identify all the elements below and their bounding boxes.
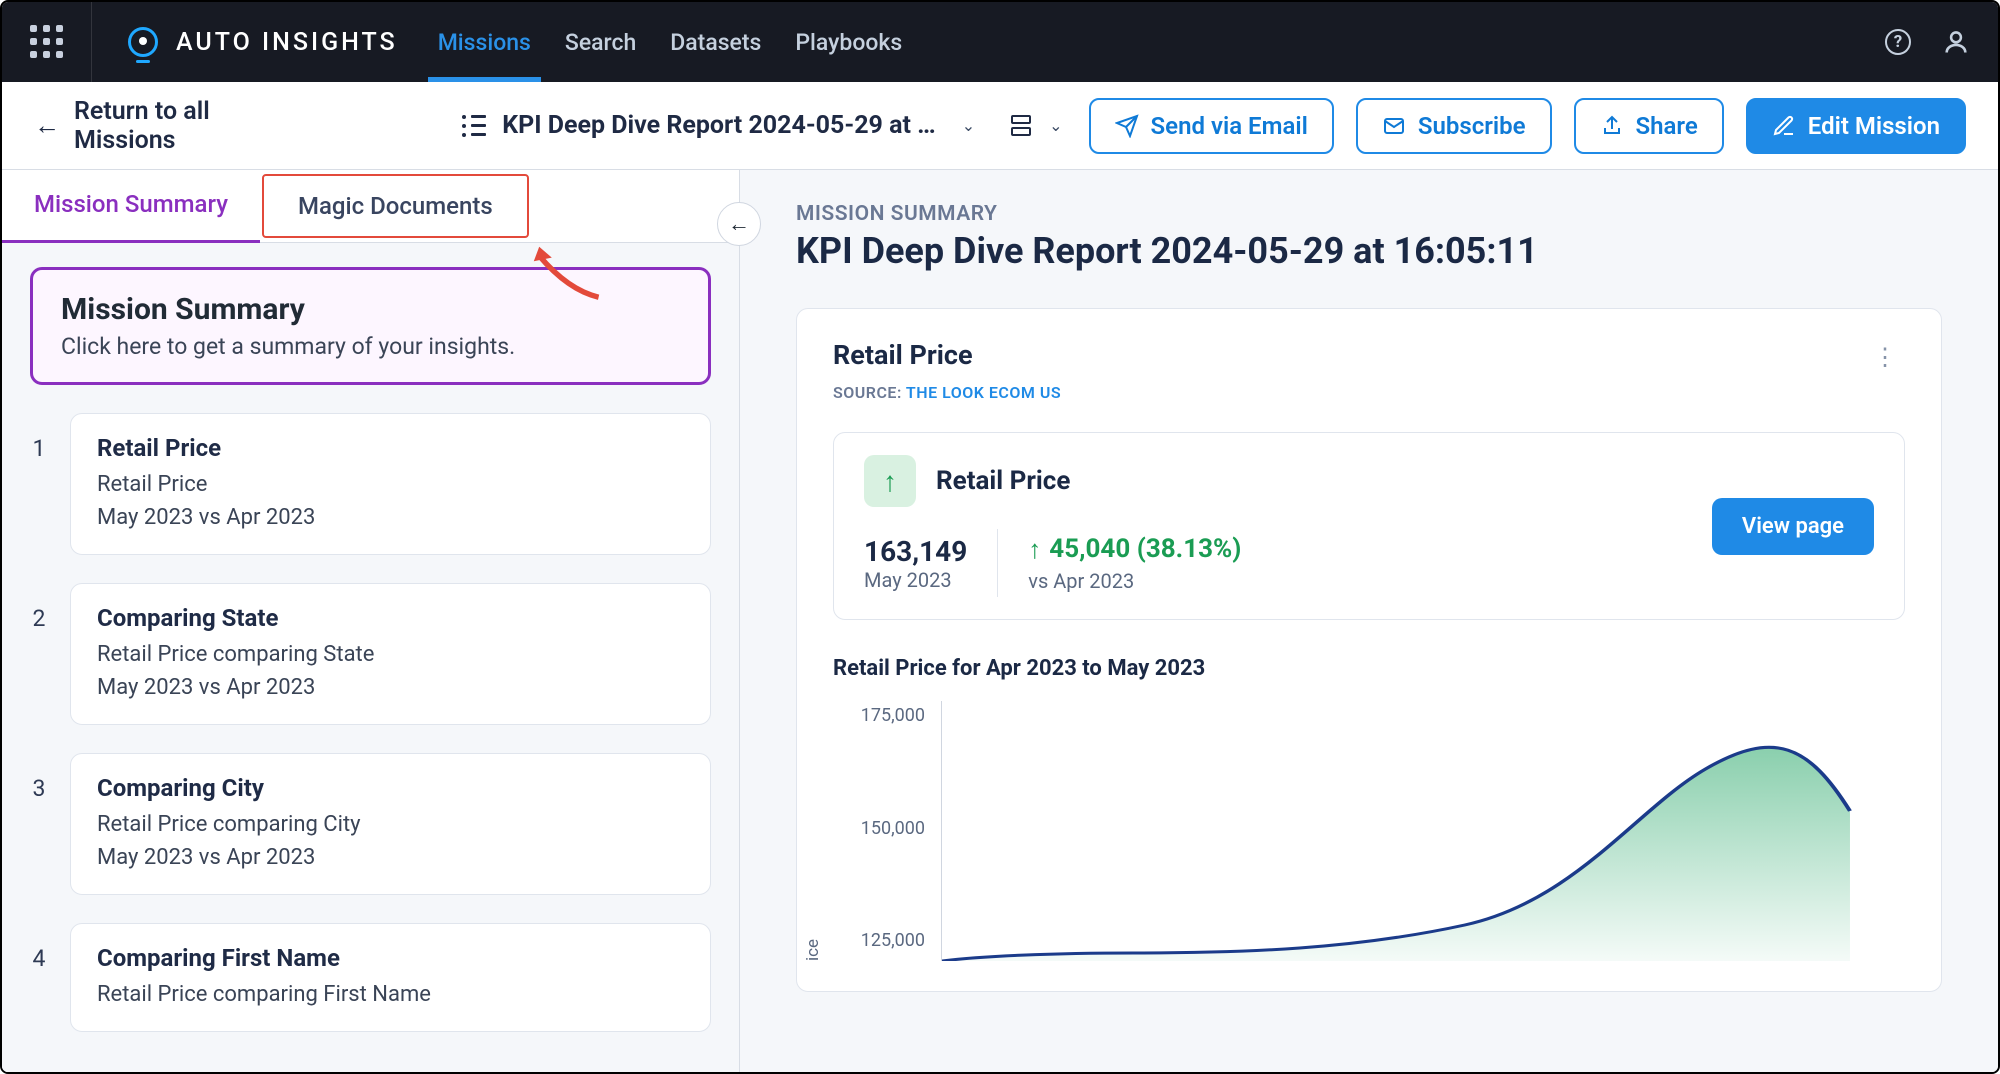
sidebar: Mission Summary Magic Documents ← Missio… bbox=[2, 170, 740, 1072]
brand-logo-icon bbox=[128, 27, 158, 57]
list-icon bbox=[462, 115, 486, 137]
chevron-down-icon: ⌄ bbox=[1039, 112, 1072, 139]
metric-box: ↑ Retail Price 163,149 May 2023 ↑45,040 … bbox=[833, 432, 1905, 620]
brand[interactable]: AUTO INSIGHTS bbox=[92, 27, 398, 57]
metric-period: May 2023 bbox=[864, 568, 967, 592]
insight-card-1[interactable]: Retail Price Retail Price May 2023 vs Ap… bbox=[70, 413, 711, 555]
y-ticks: 175,000 150,000 125,000 bbox=[833, 701, 933, 961]
arrow-up-icon: ↑ bbox=[1028, 534, 1041, 565]
user-icon[interactable] bbox=[1942, 28, 1970, 56]
insight-card-3[interactable]: Comparing City Retail Price comparing Ci… bbox=[70, 753, 711, 895]
nav-link-playbooks[interactable]: Playbooks bbox=[795, 2, 902, 82]
list-item: 3 Comparing City Retail Price comparing … bbox=[30, 753, 711, 895]
edit-label: Edit Mission bbox=[1808, 112, 1940, 140]
view-page-button[interactable]: View page bbox=[1712, 498, 1874, 555]
panel-menu-icon[interactable]: ⋮ bbox=[1865, 339, 1905, 375]
item-number: 3 bbox=[30, 753, 48, 802]
page-title: KPI Deep Dive Report 2024-05-29 at 16:05… bbox=[796, 230, 1942, 272]
insight-panel: Retail Price SOURCE: THE LOOK ECOM US ⋮ … bbox=[796, 308, 1942, 992]
share-button[interactable]: Share bbox=[1574, 98, 1724, 154]
nav-links: Missions Search Datasets Playbooks bbox=[438, 2, 903, 82]
summary-subtitle: Click here to get a summary of your insi… bbox=[61, 333, 680, 360]
source-link[interactable]: THE LOOK ECOM US bbox=[906, 383, 1061, 402]
list-item: 1 Retail Price Retail Price May 2023 vs … bbox=[30, 413, 711, 555]
send-email-button[interactable]: Send via Email bbox=[1089, 98, 1334, 154]
content-pane: MISSION SUMMARY KPI Deep Dive Report 202… bbox=[740, 170, 1998, 1072]
apps-grid-icon[interactable] bbox=[2, 2, 92, 82]
insight-line1: Retail Price comparing City bbox=[97, 808, 684, 841]
item-number: 1 bbox=[30, 413, 48, 462]
subscribe-label: Subscribe bbox=[1418, 112, 1526, 140]
item-number: 4 bbox=[30, 923, 48, 972]
divider bbox=[997, 529, 998, 597]
insight-title: Comparing State bbox=[97, 604, 684, 632]
insight-line1: Retail Price bbox=[97, 468, 684, 501]
insight-title: Comparing City bbox=[97, 774, 684, 802]
return-to-missions[interactable]: ← Return to all Missions bbox=[34, 97, 306, 155]
summary-title: Mission Summary bbox=[61, 292, 680, 327]
source-line: SOURCE: THE LOOK ECOM US bbox=[833, 383, 1061, 402]
list-item: 2 Comparing State Retail Price comparing… bbox=[30, 583, 711, 725]
metric-label: Retail Price bbox=[936, 466, 1070, 496]
panel-title: Retail Price bbox=[833, 339, 1061, 371]
chart-title: Retail Price for Apr 2023 to May 2023 bbox=[833, 656, 1905, 681]
share-label: Share bbox=[1636, 112, 1698, 140]
top-navbar: AUTO INSIGHTS Missions Search Datasets P… bbox=[2, 2, 1998, 82]
insight-title: Retail Price bbox=[97, 434, 684, 462]
trend-up-icon: ↑ bbox=[864, 455, 916, 507]
insight-line2: May 2023 vs Apr 2023 bbox=[97, 671, 684, 704]
return-label: Return to all Missions bbox=[74, 97, 306, 155]
mission-toolbar: ← Return to all Missions KPI Deep Dive R… bbox=[2, 82, 1998, 170]
brand-name: AUTO INSIGHTS bbox=[176, 28, 398, 57]
layout-toggle[interactable]: ⌄ bbox=[1011, 112, 1072, 139]
section-label: MISSION SUMMARY bbox=[796, 202, 1942, 226]
collapse-sidebar-button[interactable]: ← bbox=[717, 202, 761, 246]
tab-magic-documents[interactable]: Magic Documents bbox=[262, 174, 529, 238]
insight-title: Comparing First Name bbox=[97, 944, 684, 972]
item-number: 2 bbox=[30, 583, 48, 632]
list-item: 4 Comparing First Name Retail Price comp… bbox=[30, 923, 711, 1032]
nav-link-missions[interactable]: Missions bbox=[438, 2, 531, 82]
mission-title: KPI Deep Dive Report 2024-05-29 at … bbox=[502, 111, 936, 140]
nav-link-datasets[interactable]: Datasets bbox=[670, 2, 761, 82]
metric-value: 163,149 bbox=[864, 535, 967, 568]
insight-card-4[interactable]: Comparing First Name Retail Price compar… bbox=[70, 923, 711, 1032]
insight-line1: Retail Price comparing First Name bbox=[97, 978, 684, 1011]
insight-line1: Retail Price comparing State bbox=[97, 638, 684, 671]
insight-line2: May 2023 vs Apr 2023 bbox=[97, 841, 684, 874]
sidebar-tabs: Mission Summary Magic Documents bbox=[2, 170, 739, 243]
insight-line2: May 2023 vs Apr 2023 bbox=[97, 501, 684, 534]
metric-compare: vs Apr 2023 bbox=[1028, 569, 1241, 593]
subscribe-button[interactable]: Subscribe bbox=[1356, 98, 1552, 154]
arrow-left-icon: ← bbox=[34, 110, 60, 141]
mission-summary-card[interactable]: Mission Summary Click here to get a summ… bbox=[30, 267, 711, 385]
insight-card-2[interactable]: Comparing State Retail Price comparing S… bbox=[70, 583, 711, 725]
mission-dropdown[interactable]: ⌄ bbox=[952, 112, 985, 139]
chart: ice 175,000 150,000 125,000 bbox=[833, 701, 1905, 961]
send-label: Send via Email bbox=[1151, 112, 1308, 140]
y-axis-label: ice bbox=[803, 939, 823, 961]
nav-link-search[interactable]: Search bbox=[565, 2, 636, 82]
help-icon[interactable]: ? bbox=[1884, 28, 1912, 56]
tab-mission-summary[interactable]: Mission Summary bbox=[2, 170, 260, 242]
metric-delta: ↑45,040 (38.13%) bbox=[1028, 534, 1241, 565]
edit-mission-button[interactable]: Edit Mission bbox=[1746, 98, 1966, 154]
